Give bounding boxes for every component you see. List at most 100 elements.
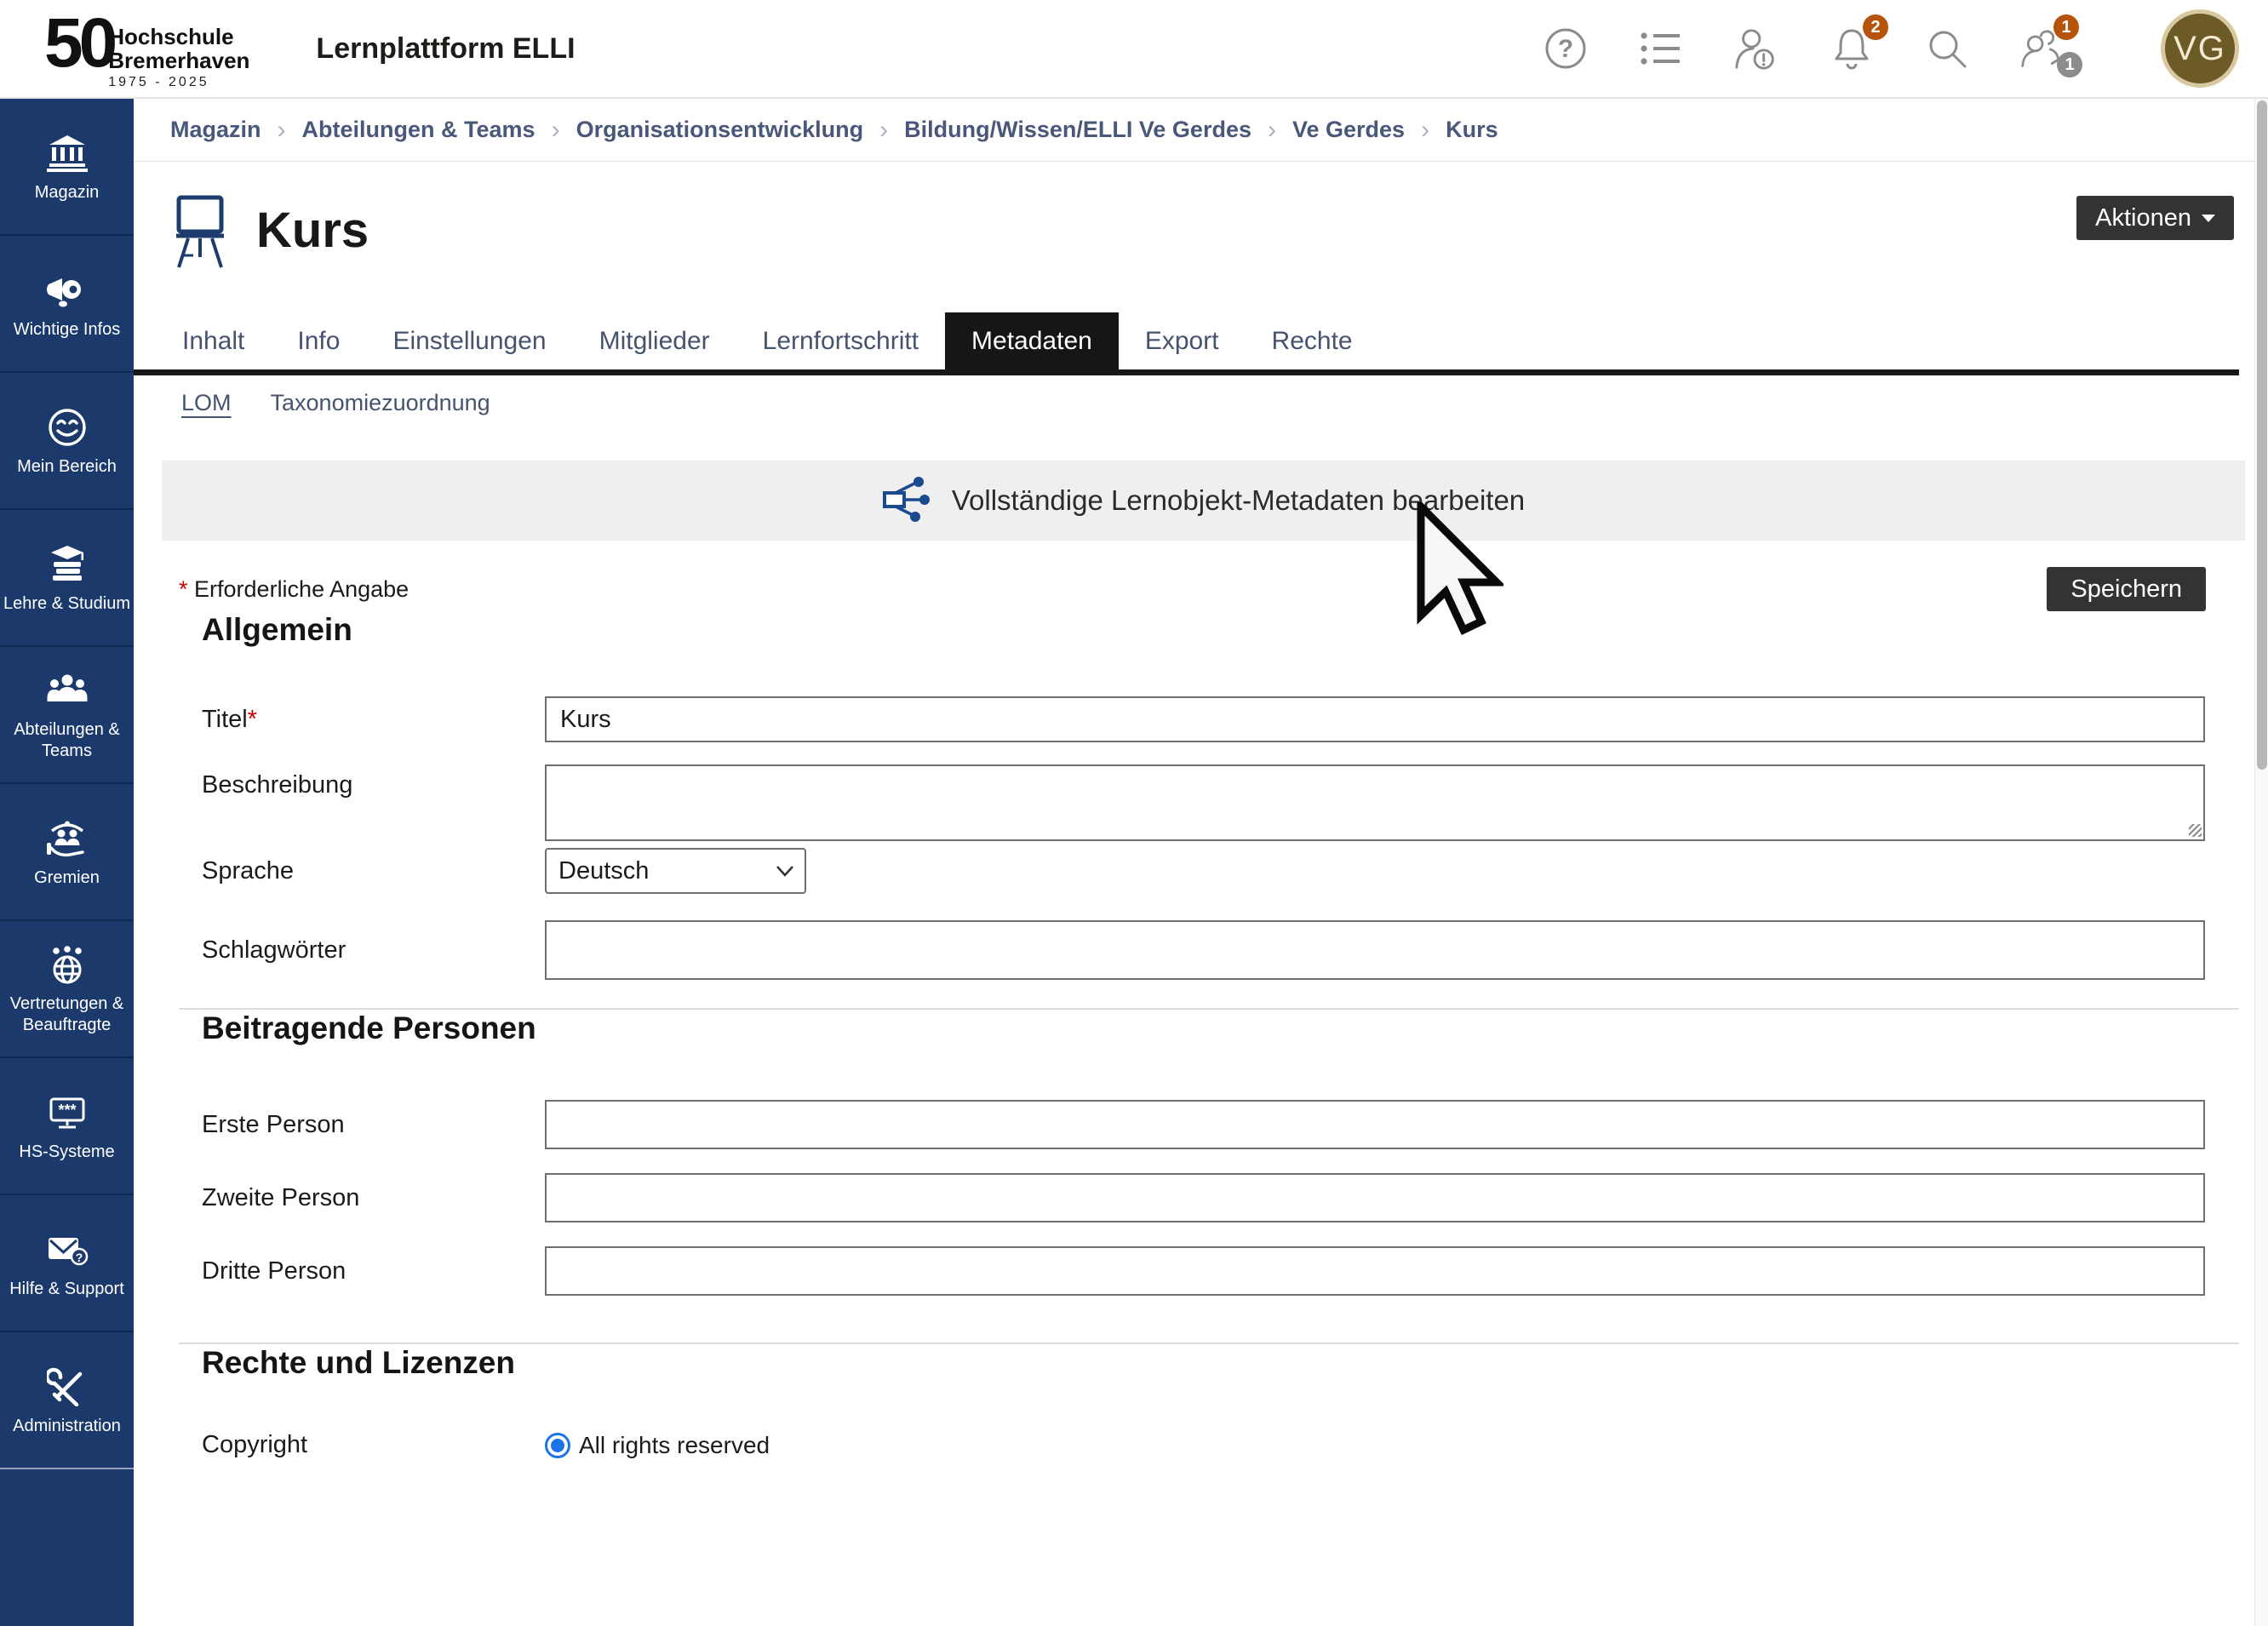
user-pending-icon[interactable] xyxy=(1733,25,1779,72)
sidebar-item-label: HS-Systeme xyxy=(15,1142,117,1163)
screen: 50 Hochschule Bremerhaven 1975 - 2025 Le… xyxy=(0,0,2268,1626)
tab-mitglieder[interactable]: Mitglieder xyxy=(573,312,736,369)
section-title-allgemein: Allgemein xyxy=(202,611,2254,649)
main-sidebar: Magazin Wichtige Infos Mein xyxy=(0,99,134,1626)
form-row-zweite-person: Zweite Person xyxy=(134,1173,2254,1222)
bank-icon xyxy=(46,130,89,176)
help-icon[interactable]: ? xyxy=(1543,25,1589,72)
schlagwoerter-input[interactable] xyxy=(545,920,2205,980)
tab-inhalt[interactable]: Inhalt xyxy=(156,312,271,369)
breadcrumb-item[interactable]: Bildung/Wissen/ELLI Ve Gerdes xyxy=(904,117,1251,143)
tab-export[interactable]: Export xyxy=(1119,312,1246,369)
subtab-bar: LOM Taxonomiezuordnung xyxy=(134,375,2254,416)
sidebar-item-label: Wichtige Infos xyxy=(10,319,124,341)
svg-text:?: ? xyxy=(1558,35,1573,63)
breadcrumb-separator-icon: › xyxy=(278,116,286,145)
breadcrumb-separator-icon: › xyxy=(879,116,888,145)
app-title: Lernplattform ELLI xyxy=(316,32,575,66)
course-flipchart-icon xyxy=(168,192,232,275)
breadcrumb-item[interactable]: Kurs xyxy=(1446,117,1498,143)
notifications-bell-icon[interactable]: 2 xyxy=(1829,25,1875,72)
university-logo: 50 Hochschule Bremerhaven 1975 - 2025 xyxy=(44,7,249,90)
tab-info[interactable]: Info xyxy=(271,312,366,369)
globe-people-icon xyxy=(46,942,89,988)
contacts-badge-new: 1 xyxy=(2053,14,2079,40)
breadcrumb-item[interactable]: Abteilungen & Teams xyxy=(302,117,536,143)
section-title-rechte: Rechte und Lizenzen xyxy=(202,1344,2254,1382)
sidebar-item-gremien[interactable]: Gremien xyxy=(0,784,134,921)
titel-input[interactable] xyxy=(545,696,2205,742)
people-group-icon xyxy=(45,667,89,713)
sidebar-item-magazin[interactable]: Magazin xyxy=(0,99,134,236)
contacts-icon[interactable]: 1 1 xyxy=(2019,25,2065,72)
logo-name-line2: Bremerhaven xyxy=(108,49,249,72)
zweite-person-label: Zweite Person xyxy=(202,1184,545,1212)
mail-help-icon: ? xyxy=(45,1227,89,1273)
subtab-taxonomiezuordnung[interactable]: Taxonomiezuordnung xyxy=(271,390,490,416)
save-button[interactable]: Speichern xyxy=(2047,567,2206,611)
page-title: Kurs xyxy=(256,192,369,269)
sidebar-item-wichtige-infos[interactable]: Wichtige Infos xyxy=(0,236,134,373)
actions-button-label: Aktionen xyxy=(2095,204,2191,232)
sidebar-item-label: Magazin xyxy=(32,182,103,203)
logo-name-line1: Hochschule xyxy=(108,26,249,49)
sidebar-item-hilfe-support[interactable]: ? Hilfe & Support xyxy=(0,1195,134,1332)
sidebar-item-label: Lehre & Studium xyxy=(0,593,134,615)
breadcrumb: Magazin › Abteilungen & Teams › Organisa… xyxy=(134,99,2254,162)
main-content: Magazin › Abteilungen & Teams › Organisa… xyxy=(134,99,2254,1626)
scrollbar-thumb[interactable] xyxy=(2257,100,2267,770)
edit-full-metadata-banner[interactable]: Vollständige Lernobjekt-Metadaten bearbe… xyxy=(162,461,2245,541)
dritte-person-label: Dritte Person xyxy=(202,1257,545,1285)
breadcrumb-separator-icon: › xyxy=(1268,116,1276,145)
tab-rechte[interactable]: Rechte xyxy=(1246,312,1379,369)
svg-text:?: ? xyxy=(75,1251,83,1264)
sidebar-item-vertretungen[interactable]: Vertretungen & Beauftragte xyxy=(0,921,134,1058)
subtab-lom[interactable]: LOM xyxy=(181,390,232,416)
sidebar-item-label: Abteilungen & Teams xyxy=(0,719,134,762)
sidebar-item-abteilungen-teams[interactable]: Abteilungen & Teams xyxy=(0,647,134,784)
logo-50: 50 xyxy=(44,12,113,75)
language-select-control[interactable]: Deutsch xyxy=(545,848,806,894)
tab-einstellungen[interactable]: Einstellungen xyxy=(366,312,572,369)
beschreibung-textarea[interactable] xyxy=(545,764,2205,841)
breadcrumb-item[interactable]: Ve Gerdes xyxy=(1292,117,1405,143)
avatar[interactable]: VG xyxy=(2161,9,2239,88)
form-row-dritte-person: Dritte Person xyxy=(134,1246,2254,1296)
titel-label: Titel* xyxy=(202,706,545,734)
sidebar-item-label: Hilfe & Support xyxy=(6,1279,128,1300)
todo-list-icon[interactable] xyxy=(1638,25,1684,72)
top-header: 50 Hochschule Bremerhaven 1975 - 2025 Le… xyxy=(0,0,2268,99)
form-row-erste-person: Erste Person xyxy=(134,1100,2254,1149)
tab-lernfortschritt[interactable]: Lernfortschritt xyxy=(736,312,945,369)
tab-bar: Inhalt Info Einstellungen Mitglieder Ler… xyxy=(134,312,2239,375)
sidebar-item-label: Gremien xyxy=(31,867,103,889)
dritte-person-input[interactable] xyxy=(545,1246,2205,1296)
form-row-titel: Titel* xyxy=(134,696,2254,742)
banner-label: Vollständige Lernobjekt-Metadaten bearbe… xyxy=(952,484,1525,517)
copyright-radio[interactable] xyxy=(545,1433,570,1458)
language-select[interactable]: Deutsch xyxy=(545,848,806,894)
section-title-beitragende: Beitragende Personen xyxy=(202,1010,2254,1047)
resize-grip-icon[interactable] xyxy=(2189,824,2202,837)
zweite-person-input[interactable] xyxy=(545,1173,2205,1222)
tab-metadaten[interactable]: Metadaten xyxy=(945,312,1119,369)
sidebar-item-hs-systeme[interactable]: *** HS-Systeme xyxy=(0,1058,134,1195)
sprache-label: Sprache xyxy=(202,857,545,885)
smiley-icon xyxy=(47,404,88,450)
erste-person-input[interactable] xyxy=(545,1100,2205,1149)
sidebar-item-administration[interactable]: Administration xyxy=(0,1332,134,1469)
metadata-network-icon xyxy=(882,474,931,528)
breadcrumb-item[interactable]: Magazin xyxy=(170,117,261,143)
search-icon[interactable] xyxy=(1924,25,1970,72)
required-note: * Erforderliche Angabe xyxy=(179,576,409,603)
sidebar-item-mein-bereich[interactable]: Mein Bereich xyxy=(0,373,134,510)
tools-icon xyxy=(47,1364,88,1410)
breadcrumb-item[interactable]: Organisationsentwicklung xyxy=(576,117,864,143)
megaphone-icon xyxy=(45,267,89,313)
contacts-badge-total: 1 xyxy=(2057,52,2082,77)
form-row-sprache: Sprache Deutsch xyxy=(134,848,2254,894)
copyright-label: Copyright xyxy=(202,1431,545,1459)
actions-button[interactable]: Aktionen xyxy=(2076,196,2234,240)
vertical-scrollbar[interactable] xyxy=(2254,99,2268,1626)
sidebar-item-lehre-studium[interactable]: Lehre & Studium xyxy=(0,510,134,647)
